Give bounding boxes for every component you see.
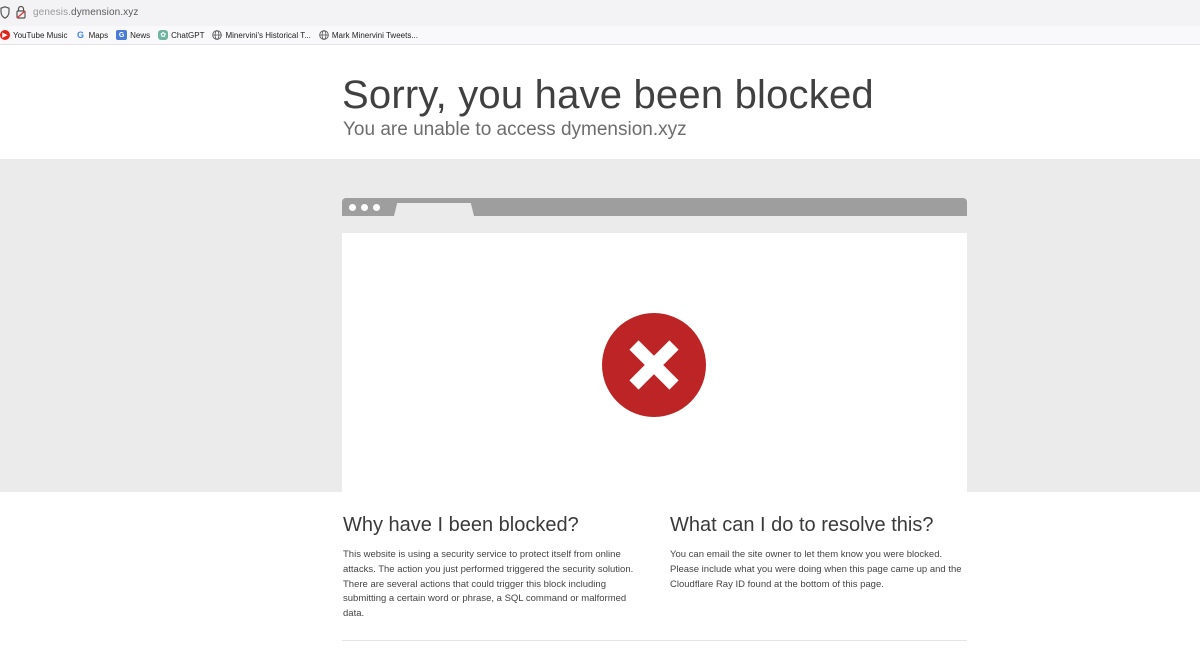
error-x-icon — [602, 313, 706, 417]
bookmark-label: Mark Minervini Tweets... — [331, 30, 418, 40]
window-dot-icon — [373, 204, 380, 211]
lock-icon[interactable] — [16, 5, 26, 19]
google-icon: G — [77, 30, 85, 40]
globe-icon — [212, 30, 223, 40]
why-blocked-section: Why have I been blocked? This website is… — [343, 514, 643, 622]
url-subdomain: genesis. — [33, 7, 72, 18]
bookmark-label: News — [130, 30, 151, 40]
bookmark-maps[interactable]: G Maps — [76, 26, 109, 45]
bookmark-label: Minervini's Historical T... — [225, 30, 311, 40]
bookmark-label: YouTube Music — [13, 30, 68, 40]
news-icon: G — [116, 30, 128, 40]
chatgpt-icon: ✿ — [158, 30, 169, 40]
page-title: Sorry, you have been blocked — [342, 73, 874, 117]
resolve-heading: What can I do to resolve this? — [670, 514, 934, 536]
bookmark-minervini-historical[interactable]: Minervini's Historical T... — [212, 26, 311, 45]
why-blocked-text: This website is using a security service… — [343, 549, 634, 620]
window-dot-icon — [349, 204, 356, 211]
page-subtitle: You are unable to access dymension.xyz — [343, 119, 687, 140]
globe-icon — [319, 30, 329, 40]
url-text[interactable]: genesis.dymension.xyz — [33, 7, 139, 18]
section-divider — [342, 640, 967, 641]
bookmark-label: Maps — [88, 30, 109, 40]
resolve-section: What can I do to resolve this? You can e… — [670, 514, 970, 592]
browser-illustration-bar — [342, 198, 967, 216]
window-dot-icon — [361, 204, 368, 211]
youtube-music-icon: ▶ — [0, 30, 10, 40]
bookmark-label: ChatGPT — [171, 30, 205, 40]
bookmarks-bar: ▶ YouTube Music G Maps G News ✿ ChatGPT … — [0, 26, 1200, 45]
shield-icon[interactable] — [0, 6, 10, 19]
browser-illustration-tab — [394, 203, 474, 216]
page-header: Sorry, you have been blocked You are una… — [0, 46, 1200, 159]
bookmark-minervini-tweets[interactable]: Mark Minervini Tweets... — [319, 26, 418, 45]
browser-illustration-window — [342, 233, 967, 495]
bookmark-chatgpt[interactable]: ✿ ChatGPT — [158, 26, 204, 45]
resolve-text: You can email the site owner to let them… — [670, 549, 962, 590]
url-domain: dymension.xyz — [71, 7, 139, 18]
address-bar[interactable]: genesis.dymension.xyz — [0, 0, 1200, 26]
bookmark-news[interactable]: G News — [116, 26, 150, 45]
bookmark-youtube-music[interactable]: ▶ YouTube Music — [0, 26, 68, 45]
why-blocked-heading: Why have I been blocked? — [343, 514, 579, 536]
